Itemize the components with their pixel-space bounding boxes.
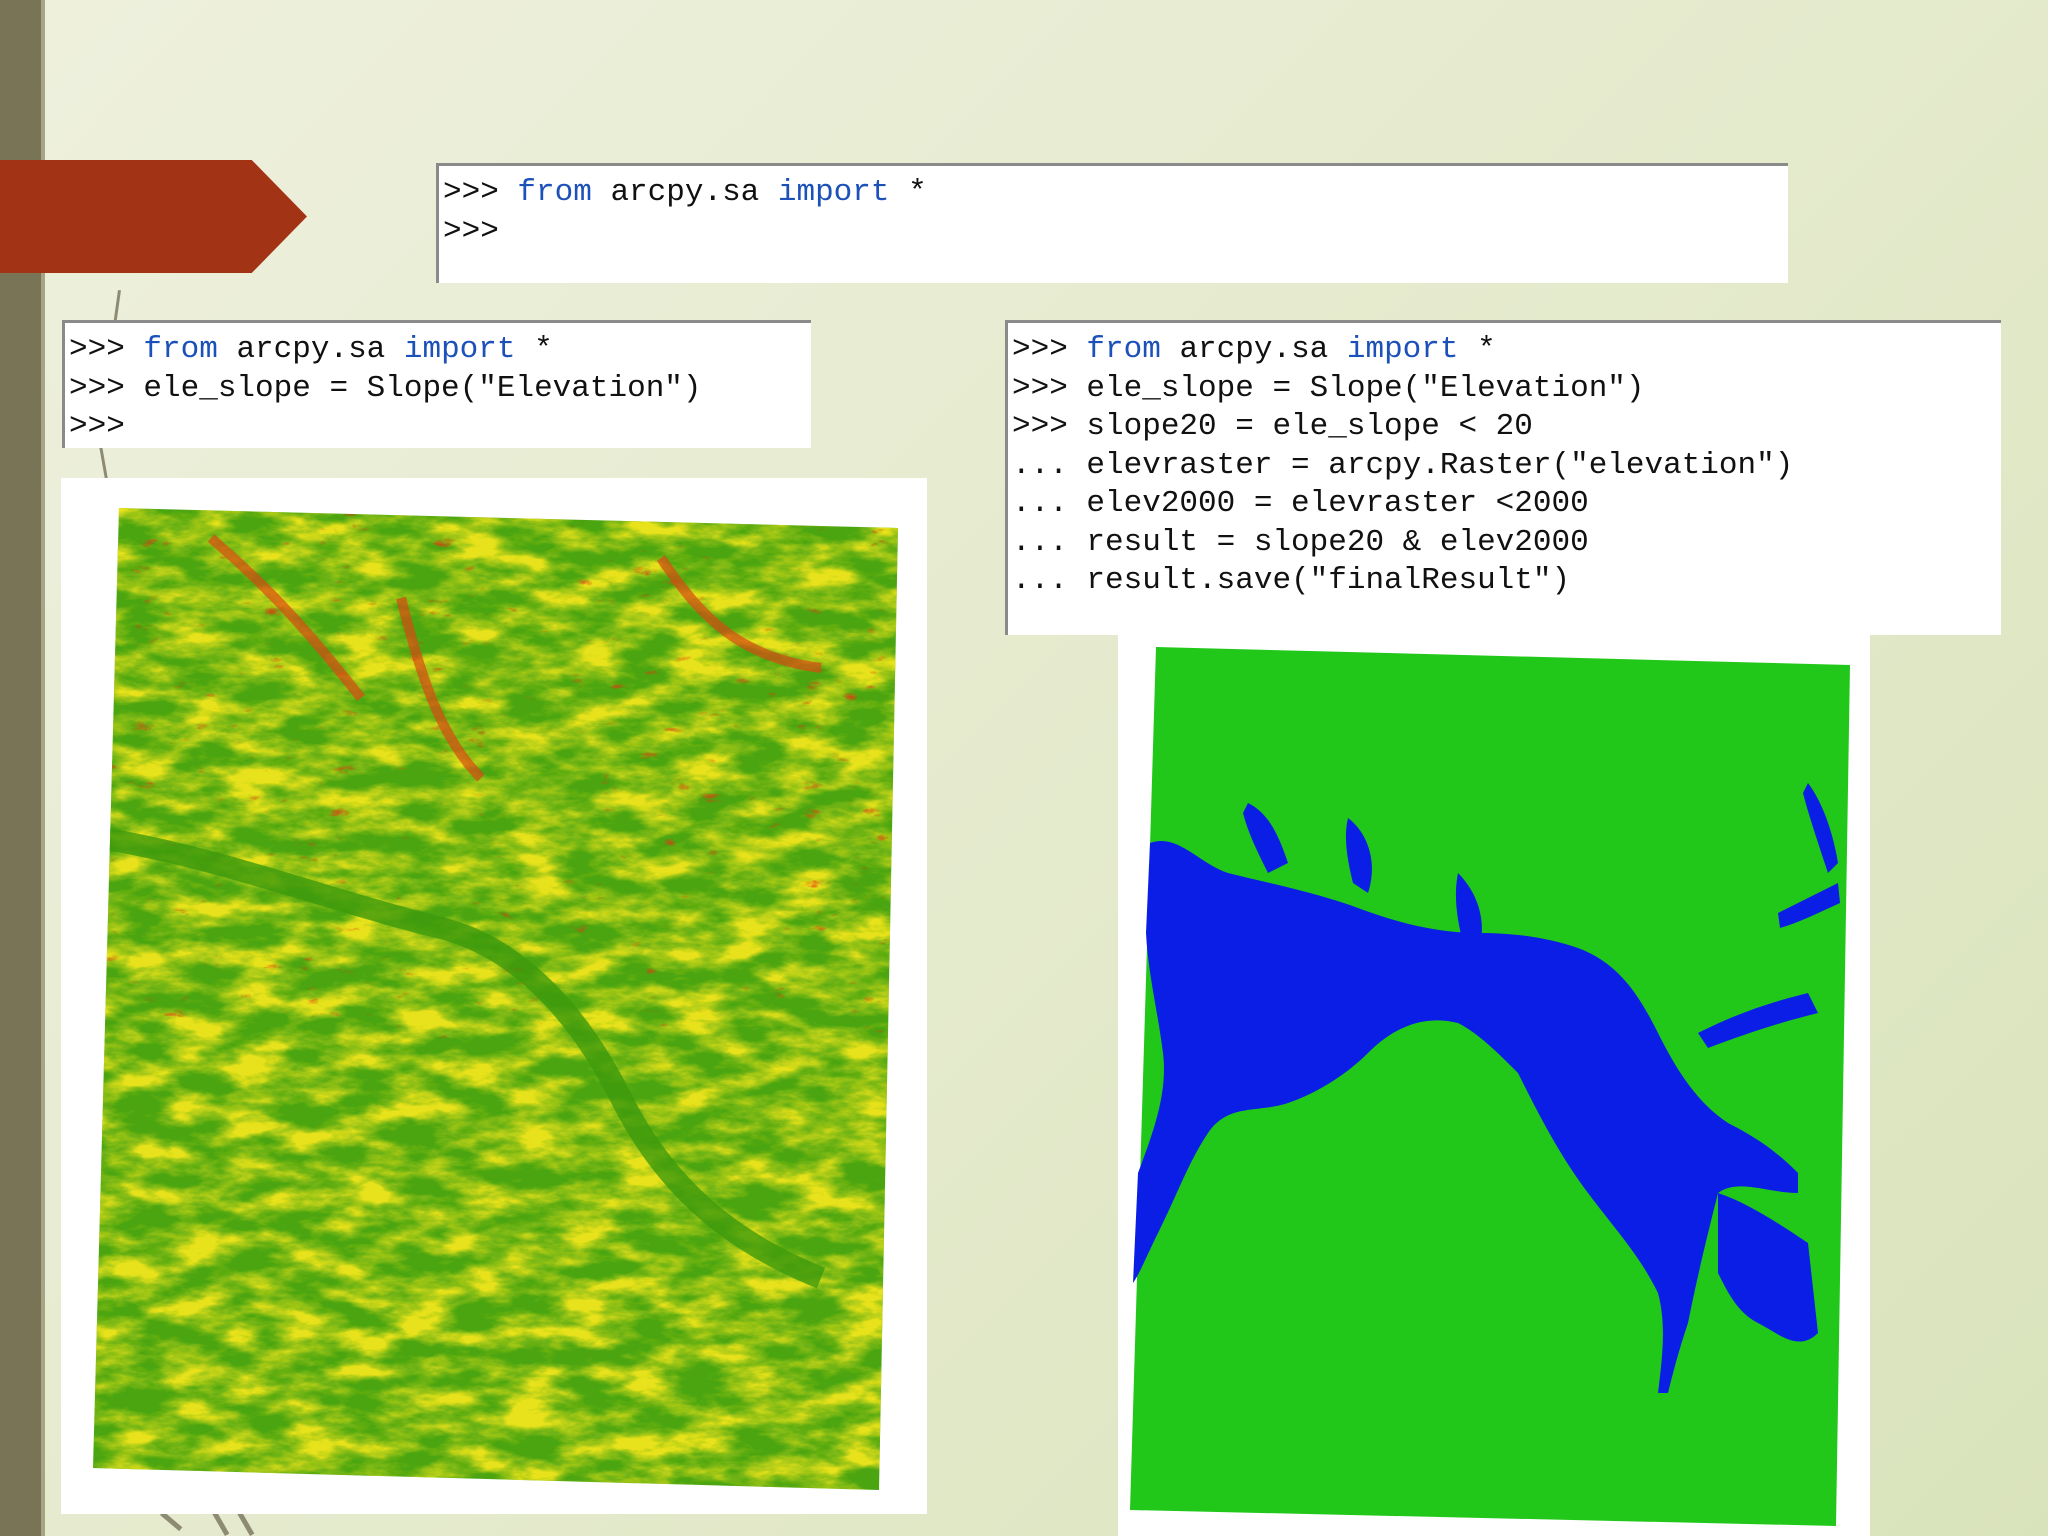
console-line: ... result.save("finalResult") (1012, 562, 2001, 601)
python-console-top: >>> from arcpy.sa import * >>> (436, 163, 1788, 283)
code-text: ... elevraster = arcpy.Raster("elevation… (1012, 447, 1794, 483)
code-text: * (889, 175, 927, 210)
code-text: >>> slope20 = ele_slope < 20 (1012, 409, 1533, 444)
console-line: >>> (443, 213, 1788, 252)
console-line: >>> ele_slope = Slope("Elevation") (69, 370, 811, 409)
code-text: arcpy.sa (1160, 332, 1347, 367)
slope-raster-map (93, 508, 898, 1490)
console-line: >>> from arcpy.sa import * (69, 331, 811, 370)
console-line: >>> (69, 408, 811, 447)
code-text: >>> ele_slope = Slope("Elevation") (1012, 370, 1645, 406)
console-line: >>> ele_slope = Slope("Elevation") (1012, 370, 2001, 409)
code-text: * (515, 332, 553, 367)
console-line: ... result = slope20 & elev2000 (1012, 524, 2001, 563)
code-text: arcpy.sa (217, 332, 404, 367)
title-arrow-shape (0, 160, 307, 273)
decorative-line (160, 1511, 183, 1532)
code-keyword: from (1086, 332, 1161, 367)
python-console-left: >>> from arcpy.sa import * >>> ele_slope … (62, 320, 811, 448)
code-text: >>> (69, 409, 125, 444)
code-keyword: import (777, 175, 890, 210)
code-text: >>> (1012, 332, 1087, 367)
console-line: >>> slope20 = ele_slope < 20 (1012, 408, 2001, 447)
console-line: ... elev2000 = elevraster <2000 (1012, 485, 2001, 524)
python-console-right: >>> from arcpy.sa import * >>> ele_slope … (1005, 320, 2001, 635)
code-text: >>> (69, 332, 144, 367)
code-text: ... elev2000 = elevraster <2000 (1012, 486, 1589, 521)
code-keyword: from (143, 332, 218, 367)
final-result-raster-map (1130, 647, 1850, 1526)
code-text: arcpy.sa (591, 175, 778, 210)
code-keyword: import (1346, 332, 1459, 367)
code-text: * (1458, 332, 1496, 367)
code-text: ... result.save("finalResult") (1012, 563, 1571, 598)
code-keyword: from (517, 175, 592, 210)
console-line: >>> from arcpy.sa import * (443, 174, 1788, 213)
code-text: >>> (443, 175, 518, 210)
code-text: >>> ele_slope = Slope("Elevation") (69, 370, 702, 406)
console-line: >>> from arcpy.sa import * (1012, 331, 2001, 370)
code-text: >>> (443, 213, 499, 249)
console-line: ... elevraster = arcpy.Raster("elevation… (1012, 447, 2001, 486)
code-text: ... result = slope20 & elev2000 (1012, 524, 1589, 560)
code-keyword: import (403, 332, 516, 367)
